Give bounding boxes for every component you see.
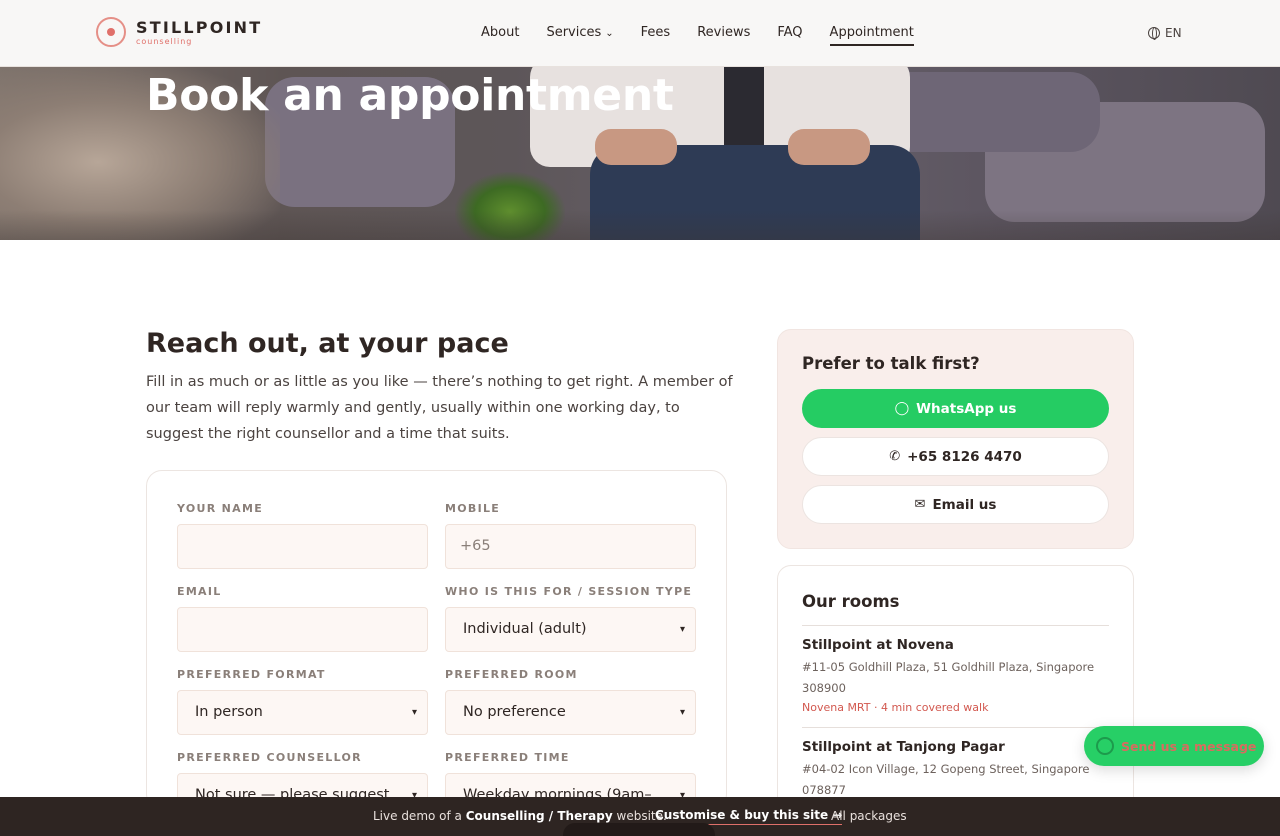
room-select[interactable]: No preference ▾ — [445, 690, 696, 735]
room-name: Stillpoint at Novena — [802, 637, 954, 653]
site-header: STILLPOINT counselling About Services ⌄ F… — [0, 0, 1280, 67]
sofa-cushion — [880, 72, 1100, 152]
room-name: Stillpoint at Tanjong Pagar — [802, 739, 1005, 755]
mail-icon: ✉ — [914, 497, 926, 512]
nav-appointment[interactable]: Appointment — [829, 24, 914, 46]
mobile-label: MOBILE — [445, 502, 501, 515]
logo[interactable]: STILLPOINT counselling — [96, 17, 262, 47]
chevron-down-icon: ▾ — [679, 707, 685, 718]
chevron-down-icon: ▾ — [411, 707, 417, 718]
nav-services[interactable]: Services ⌄ — [546, 24, 613, 46]
intro-text: Fill in as much or as little as you like… — [146, 374, 733, 442]
name-input[interactable] — [177, 524, 428, 569]
phone-icon: ✆ — [889, 449, 901, 464]
nav-faq[interactable]: FAQ — [777, 24, 802, 46]
rooms-title: Our rooms — [802, 592, 900, 611]
email-label: EMAIL — [177, 585, 222, 598]
contact-card-title: Prefer to talk first? — [802, 354, 980, 373]
room-field-group: PREFERRED ROOM No preference ▾ — [445, 668, 696, 735]
room-item: Stillpoint at Novena #11-05 Goldhill Pla… — [802, 637, 1112, 714]
email-input[interactable] — [177, 607, 428, 652]
contact-card: Prefer to talk first? ◯ WhatsApp us ✆ +6… — [777, 329, 1134, 549]
nav-fees[interactable]: Fees — [641, 24, 671, 46]
name-field-group: YOUR NAME — [177, 502, 428, 569]
all-packages-link[interactable]: All packages — [831, 809, 907, 823]
language-switcher[interactable]: EN — [1148, 26, 1182, 40]
globe-icon — [1148, 27, 1160, 40]
main-nav: About Services ⌄ Fees Reviews FAQ Appoint… — [481, 24, 914, 46]
demo-text: Live demo of a Counselling / Therapy web… — [373, 809, 667, 823]
format-label: PREFERRED FORMAT — [177, 668, 326, 681]
room-label: PREFERRED ROOM — [445, 668, 578, 681]
send-message-button[interactable]: Send us a message — [1084, 726, 1264, 766]
room-item: Stillpoint at Tanjong Pagar #04-02 Icon … — [802, 739, 1112, 801]
chevron-down-icon: ▾ — [679, 624, 685, 635]
brand-sub: counselling — [136, 36, 193, 46]
counsellor-label: PREFERRED COUNSELLOR — [177, 751, 362, 764]
time-label: PREFERRED TIME — [445, 751, 570, 764]
session-label: WHO IS THIS FOR / SESSION TYPE — [445, 585, 693, 598]
nav-about[interactable]: About — [481, 24, 519, 46]
hero-person-hand — [788, 129, 870, 165]
intro-title: Reach out, at your pace — [146, 328, 509, 359]
phone-button[interactable]: ✆ +65 8126 4470 — [802, 437, 1109, 476]
hero-person-hand — [595, 129, 677, 165]
divider — [802, 625, 1109, 626]
email-field-group: EMAIL — [177, 585, 428, 652]
divider — [802, 727, 1109, 728]
whatsapp-icon: ◯ — [894, 401, 910, 416]
demo-toolbar[interactable] — [563, 823, 715, 836]
chevron-down-icon: ⌄ — [605, 28, 614, 39]
brand-name: STILLPOINT — [136, 17, 263, 37]
whatsapp-button[interactable]: ◯ WhatsApp us — [802, 389, 1109, 428]
name-label: YOUR NAME — [177, 502, 264, 515]
rooms-card: Our rooms Stillpoint at Novena #11-05 Go… — [777, 565, 1134, 825]
logo-icon — [96, 17, 126, 47]
mobile-input[interactable]: +65 — [445, 524, 696, 569]
session-select[interactable]: Individual (adult) ▾ — [445, 607, 696, 652]
format-field-group: PREFERRED FORMAT In person ▾ — [177, 668, 428, 735]
room-address: #04-02 Icon Village, 12 Gopeng Street, S… — [802, 762, 1090, 797]
appointment-form: YOUR NAME MOBILE +65 EMAIL WHO IS THIS F… — [146, 470, 727, 836]
language-label: EN — [1165, 26, 1182, 40]
mobile-field-group: MOBILE +65 — [445, 502, 696, 569]
chat-bubble-icon — [1096, 737, 1114, 755]
nav-reviews[interactable]: Reviews — [697, 24, 750, 46]
format-select[interactable]: In person ▾ — [177, 690, 428, 735]
session-field-group: WHO IS THIS FOR / SESSION TYPE Individua… — [445, 585, 696, 652]
room-address: #11-05 Goldhill Plaza, 51 Goldhill Plaza… — [802, 660, 1095, 695]
room-transit: Novena MRT · 4 min covered walk — [802, 701, 989, 714]
page-title: Book an appointment — [146, 70, 674, 121]
hero-banner: Book an appointment — [0, 67, 1280, 240]
email-button[interactable]: ✉ Email us — [802, 485, 1109, 524]
